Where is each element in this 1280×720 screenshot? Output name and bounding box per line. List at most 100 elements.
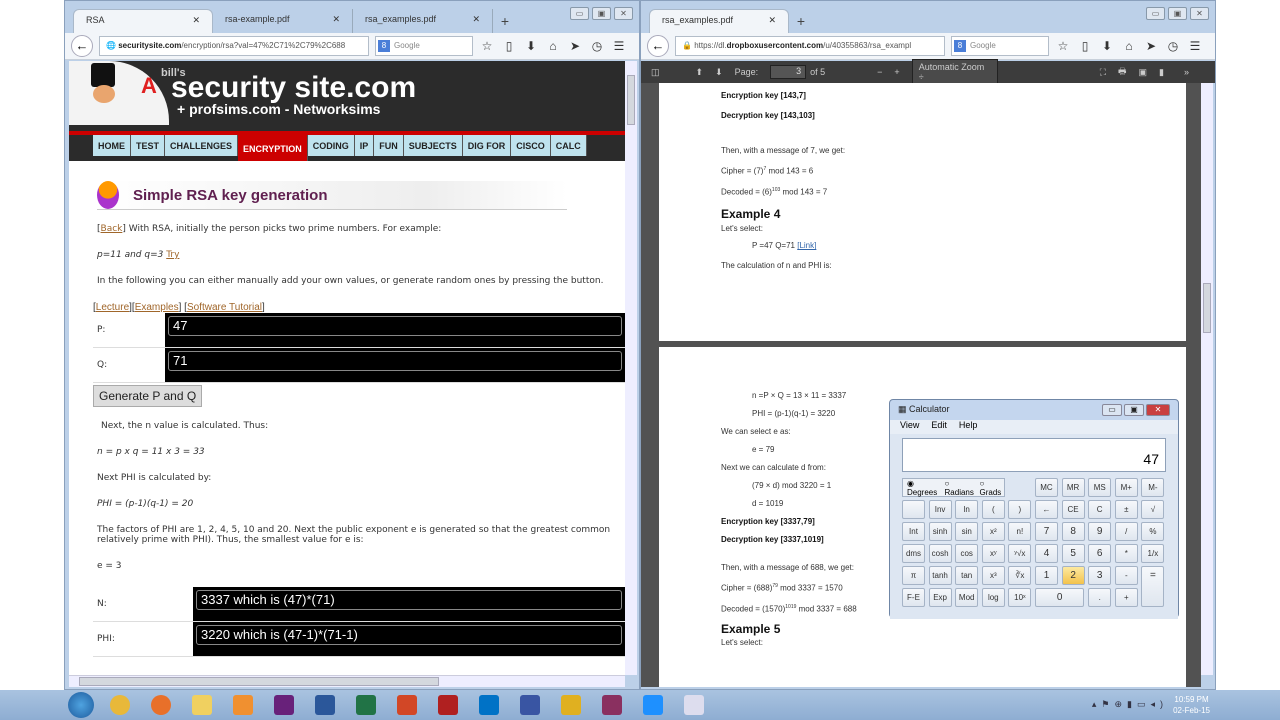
- calc-key-5[interactable]: 1: [1035, 566, 1058, 585]
- calc-key-3[interactable]: (: [981, 500, 1005, 519]
- minimize-button[interactable]: ▭: [1102, 404, 1122, 416]
- tab-rsa[interactable]: RSA ✕: [73, 9, 213, 33]
- back-button[interactable]: ←: [647, 35, 669, 57]
- maximize-button[interactable]: ▣: [1168, 7, 1187, 20]
- calc-key-5[interactable]: 0: [1035, 588, 1085, 607]
- generate-p-q-button[interactable]: Generate P and Q: [93, 385, 203, 407]
- fullscreen-icon[interactable]: ⛶: [1100, 67, 1106, 78]
- sidebar-toggle-icon[interactable]: ◫: [651, 67, 660, 78]
- calc-key-5[interactable]: 7: [1035, 522, 1058, 541]
- clock[interactable]: 10:59 PM 02-Feb-15: [1173, 694, 1210, 716]
- taskbar-explorer[interactable]: [186, 692, 218, 718]
- calc-key-7[interactable]: +: [1114, 588, 1138, 607]
- send-icon[interactable]: ➤: [1143, 39, 1159, 53]
- search-input[interactable]: 8 Google: [951, 36, 1049, 56]
- clipboard-icon[interactable]: ▯: [1077, 39, 1093, 53]
- calc-key-1[interactable]: sinh: [928, 522, 952, 541]
- minimize-button[interactable]: ▭: [1146, 7, 1165, 20]
- nav-calc[interactable]: CALC: [550, 135, 587, 156]
- calc-key-0[interactable]: dms: [902, 544, 925, 563]
- taskbar-outlook[interactable]: [473, 692, 505, 718]
- nav-ip[interactable]: IP: [354, 135, 375, 156]
- menu-view[interactable]: View: [900, 420, 919, 434]
- n-output[interactable]: 3337 which is (47)*(71): [196, 590, 622, 610]
- clipboard-icon[interactable]: ▯: [501, 39, 517, 53]
- horizontal-scrollbar[interactable]: [69, 675, 625, 687]
- tab-rsa-examples-pdf[interactable]: rsa_examples.pdf ✕: [353, 9, 493, 33]
- vertical-scrollbar[interactable]: [625, 61, 637, 675]
- calc-key-7[interactable]: 3: [1088, 566, 1112, 585]
- save-icon[interactable]: ▣: [1139, 67, 1148, 78]
- calc-key-6[interactable]: .: [1088, 588, 1112, 607]
- next-page-icon[interactable]: ⬇: [715, 67, 723, 78]
- taskbar-firefox[interactable]: [145, 692, 177, 718]
- p-input[interactable]: 47: [168, 316, 622, 336]
- tab-rsa-example-pdf[interactable]: rsa-example.pdf ✕: [213, 9, 353, 33]
- calc-key-6[interactable]: CE: [1061, 500, 1085, 519]
- calc-key-9[interactable]: 1/x: [1141, 544, 1165, 563]
- calc-key-7[interactable]: 9: [1088, 522, 1112, 541]
- examples-link[interactable]: Examples: [135, 302, 179, 313]
- try-link[interactable]: Try: [166, 250, 179, 260]
- nav-test[interactable]: TEST: [131, 135, 166, 156]
- zoom-select[interactable]: Automatic Zoom ÷: [911, 59, 998, 85]
- nav-encryption[interactable]: ENCRYPTION: [238, 135, 308, 161]
- calc-key-blank[interactable]: [902, 500, 925, 519]
- calc-key-2[interactable]: ln: [955, 500, 979, 519]
- page-number-input[interactable]: 3: [770, 65, 807, 79]
- q-input[interactable]: 71: [168, 351, 622, 371]
- nav-home[interactable]: HOME: [93, 135, 131, 156]
- taskbar-chrome[interactable]: [104, 692, 136, 718]
- close-icon[interactable]: ✕: [192, 15, 200, 28]
- taskbar-media-player[interactable]: [227, 692, 259, 718]
- home-icon[interactable]: ⌂: [1121, 39, 1137, 53]
- url-bar[interactable]: 🔒 https://dl.dropboxusercontent.com/u/40…: [675, 36, 945, 56]
- calc-key-3[interactable]: log: [981, 588, 1005, 607]
- calc-key-7[interactable]: 6: [1088, 544, 1112, 563]
- back-button[interactable]: ←: [71, 35, 93, 57]
- calc-key-4[interactable]: ∛x: [1008, 566, 1032, 585]
- calc-key-0[interactable]: π: [902, 566, 925, 585]
- lecture-link[interactable]: Lecture: [96, 302, 129, 313]
- nav-challenges[interactable]: CHALLENGES: [165, 135, 239, 156]
- history-icon[interactable]: ◷: [1165, 39, 1181, 53]
- taskbar-word[interactable]: [309, 692, 341, 718]
- taskbar-slides[interactable]: [555, 692, 587, 718]
- tools-icon[interactable]: »: [1184, 67, 1189, 77]
- calc-key-9[interactable]: =: [1141, 566, 1165, 607]
- bookmark-icon[interactable]: ▮: [1159, 67, 1164, 78]
- calc-key-1[interactable]: cosh: [928, 544, 952, 563]
- nav-subjects[interactable]: SUBJECTS: [403, 135, 463, 156]
- close-icon[interactable]: ✕: [332, 14, 340, 28]
- calc-key-1[interactable]: Inv: [928, 500, 952, 519]
- calc-key-2[interactable]: tan: [955, 566, 979, 585]
- menu-edit[interactable]: Edit: [931, 420, 947, 434]
- calc-key-1[interactable]: MR: [1061, 478, 1085, 497]
- nav-coding[interactable]: CODING: [307, 135, 355, 156]
- url-bar[interactable]: 🌐 securitysite.com/encryption/rsa?val=47…: [99, 36, 369, 56]
- back-link[interactable]: Back: [101, 224, 123, 234]
- calc-key-9[interactable]: √: [1141, 500, 1165, 519]
- tab-rsa-examples-pdf[interactable]: rsa_examples.pdf ✕: [649, 9, 789, 33]
- calc-key-3[interactable]: x²: [981, 522, 1005, 541]
- prev-page-icon[interactable]: ⬆: [696, 67, 704, 78]
- close-icon[interactable]: ✕: [472, 14, 480, 28]
- taskbar-powerpoint[interactable]: [391, 692, 423, 718]
- calc-key-8[interactable]: *: [1114, 544, 1138, 563]
- software-tutorial-link[interactable]: Software Tutorial: [187, 302, 262, 313]
- maximize-button[interactable]: ▣: [592, 7, 611, 20]
- close-icon[interactable]: ✕: [768, 15, 776, 28]
- send-icon[interactable]: ➤: [567, 39, 583, 53]
- radio-degrees[interactable]: ◉ Degrees: [907, 479, 941, 497]
- calc-key-5[interactable]: ←: [1035, 500, 1058, 519]
- zoom-in-icon[interactable]: +: [894, 67, 899, 77]
- taskbar-excel[interactable]: [350, 692, 382, 718]
- print-icon[interactable]: 🖶: [1118, 64, 1127, 80]
- taskbar-filezilla[interactable]: [432, 692, 464, 718]
- menu-help[interactable]: Help: [959, 420, 978, 434]
- download-icon[interactable]: ⬇: [523, 39, 539, 53]
- calc-key-6[interactable]: 8: [1061, 522, 1085, 541]
- history-icon[interactable]: ◷: [589, 39, 605, 53]
- calc-key-3[interactable]: M+: [1114, 478, 1138, 497]
- calc-key-1[interactable]: Exp: [928, 588, 952, 607]
